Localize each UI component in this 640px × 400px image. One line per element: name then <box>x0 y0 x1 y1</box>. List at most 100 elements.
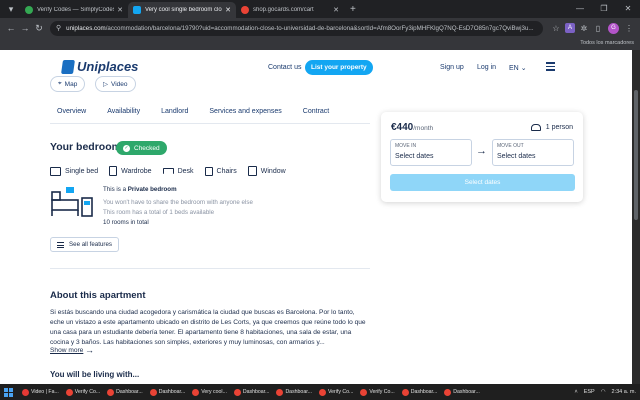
map-chip-label: Map <box>64 80 78 88</box>
clock[interactable]: 2:34 a. m. <box>612 389 636 395</box>
app-icon <box>401 388 409 396</box>
section-tabs: Overview Availability Landlord Services … <box>50 106 370 124</box>
taskbar-item[interactable]: Very cool... <box>189 385 230 399</box>
booking-card: €440/month 1 person MOVE IN Select dates… <box>381 112 583 202</box>
windows-start-icon[interactable] <box>4 387 13 397</box>
taskbar-item[interactable]: Verify Co... <box>357 385 397 399</box>
tab-search-icon[interactable]: ▾ <box>4 2 18 16</box>
address-bar[interactable]: ⚲ uniplaces.com/accommodation/barcelona/… <box>50 20 543 36</box>
hamburger-menu-icon[interactable] <box>546 62 555 73</box>
chevron-up-icon[interactable]: ˄ <box>574 389 577 395</box>
tab-availability[interactable]: Availability <box>107 106 140 123</box>
taskbar-item[interactable]: Dashboar... <box>147 385 189 399</box>
rooms-total: 10 rooms in total <box>103 219 149 226</box>
taskbar-item[interactable]: Verify Co... <box>316 385 356 399</box>
url-path: /accommodation/barcelona/19790?uid=accom… <box>105 24 534 32</box>
see-all-features-button[interactable]: See all features <box>50 237 119 252</box>
close-tab-icon[interactable]: ✕ <box>225 6 231 14</box>
language-label: EN <box>509 65 519 72</box>
move-out-field[interactable]: MOVE OUT Select dates <box>492 139 574 166</box>
tab-simplycodes[interactable]: Verify Codes — SimplyCodes ✕ <box>20 2 128 18</box>
amenity-label: Chairs <box>216 167 237 175</box>
close-tab-icon[interactable]: ✕ <box>117 6 123 14</box>
minimize-icon[interactable]: — <box>568 0 592 16</box>
app-icon <box>233 388 241 396</box>
taskbar-item[interactable]: Dashboar... <box>399 385 441 399</box>
tab-strip: ▾ Verify Codes — SimplyCodes ✕ Very cool… <box>0 0 640 18</box>
select-dates-button[interactable]: Select dates <box>390 174 575 191</box>
taskbar-item[interactable]: Dashboar... <box>441 385 483 399</box>
tab-gocards[interactable]: shop.gocards.com/cart ✕ <box>236 2 344 18</box>
forward-icon[interactable]: → <box>18 23 32 33</box>
amenity-single-bed: Single bed <box>50 166 98 176</box>
logo-text: Uniplaces <box>77 59 139 74</box>
app-icon <box>149 388 157 396</box>
show-more-link[interactable]: Show more <box>50 347 83 354</box>
close-tab-icon[interactable]: ✕ <box>333 6 339 14</box>
bedroom-type: This is a Private bedroom <box>103 186 177 193</box>
extension-icon[interactable]: A <box>565 23 575 33</box>
amenity-label: Desk <box>177 167 194 175</box>
tab-overview[interactable]: Overview <box>57 106 86 123</box>
apartment-description: Si estás buscando una ciudad acogedora y… <box>50 309 366 346</box>
taskbar-item[interactable]: Video | Fa... <box>19 385 62 399</box>
tab-services[interactable]: Services and expenses <box>209 106 281 123</box>
uniplaces-logo[interactable]: Uniplaces <box>61 59 139 74</box>
map-chip[interactable]: ⌖ Map <box>50 76 86 92</box>
contact-us-link[interactable]: Contact us <box>268 64 301 71</box>
amenity-label: Single bed <box>65 167 99 175</box>
app-icon <box>444 388 452 396</box>
app-icon <box>22 388 29 396</box>
sidepanel-icon[interactable]: ▯ <box>591 24 605 33</box>
tab-landlord[interactable]: Landlord <box>161 106 188 123</box>
close-window-icon[interactable]: ✕ <box>616 0 640 16</box>
language-selector[interactable]: EN ⌄ <box>509 64 527 72</box>
taskbar-item-label: Dashboar... <box>116 389 143 395</box>
taskbar-item-label: Verify Co... <box>74 389 101 395</box>
app-icon <box>65 388 73 396</box>
taskbar-item-label: Dashboar... <box>410 389 438 395</box>
new-tab-icon[interactable]: + <box>350 4 356 15</box>
about-heading: About this apartment <box>50 290 146 301</box>
tab-contract[interactable]: Contract <box>303 106 329 123</box>
video-chip[interactable]: ▷ Video <box>95 76 136 92</box>
list-property-button[interactable]: List your property <box>305 60 373 75</box>
menu-kebab-icon[interactable]: ⋮ <box>622 24 636 33</box>
app-icon <box>107 388 115 396</box>
play-icon: ▷ <box>103 81 108 88</box>
move-in-field[interactable]: MOVE IN Select dates <box>390 139 472 166</box>
check-icon: ✓ <box>123 144 130 152</box>
sign-up-link[interactable]: Sign up <box>440 64 464 71</box>
move-out-label: MOVE OUT <box>497 143 524 149</box>
taskbar-item-label: Video | Fa... <box>31 389 59 395</box>
private-bedroom-illustration-icon <box>51 187 93 217</box>
taskbar-item[interactable]: Dashboar... <box>104 385 146 399</box>
all-bookmarks-link[interactable]: Todos los marcadores <box>580 40 634 46</box>
site-info-icon[interactable]: ⚲ <box>56 24 61 32</box>
extensions-puzzle-icon[interactable]: ✲ <box>577 24 591 33</box>
persons-label: 1 person <box>545 124 573 131</box>
reload-icon[interactable]: ↻ <box>32 23 46 34</box>
taskbar-item[interactable]: Dashboar... <box>273 385 315 399</box>
back-icon[interactable]: ← <box>4 23 18 33</box>
badge-label: Checked <box>134 144 160 152</box>
tab-uniplaces[interactable]: Very cool single bedroom close ✕ <box>128 2 236 18</box>
taskbar-item[interactable]: Verify Co... <box>63 385 103 399</box>
scrollbar-thumb[interactable] <box>634 90 638 220</box>
taskbar-item[interactable]: Dashboar... <box>231 385 273 399</box>
maximize-icon[interactable]: ❐ <box>592 0 616 16</box>
taskbar-item-label: Verify Co... <box>369 389 395 395</box>
amenity-window: Window <box>247 166 286 176</box>
page-scrollbar[interactable] <box>632 50 640 384</box>
profile-avatar[interactable]: G <box>608 22 619 34</box>
wifi-icon[interactable]: ◠ <box>601 389 606 395</box>
simplycodes-favicon-icon <box>25 6 33 14</box>
log-in-link[interactable]: Log in <box>477 64 496 71</box>
tray-language[interactable]: ESP <box>584 389 595 395</box>
taskbar-item-label: Dashboar... <box>242 389 270 395</box>
bed-icon <box>50 166 61 176</box>
section-divider <box>50 268 370 269</box>
see-all-label: See all features <box>69 241 112 248</box>
window-controls: — ❐ ✕ <box>568 0 640 16</box>
bookmark-star-icon[interactable]: ☆ <box>549 24 563 33</box>
